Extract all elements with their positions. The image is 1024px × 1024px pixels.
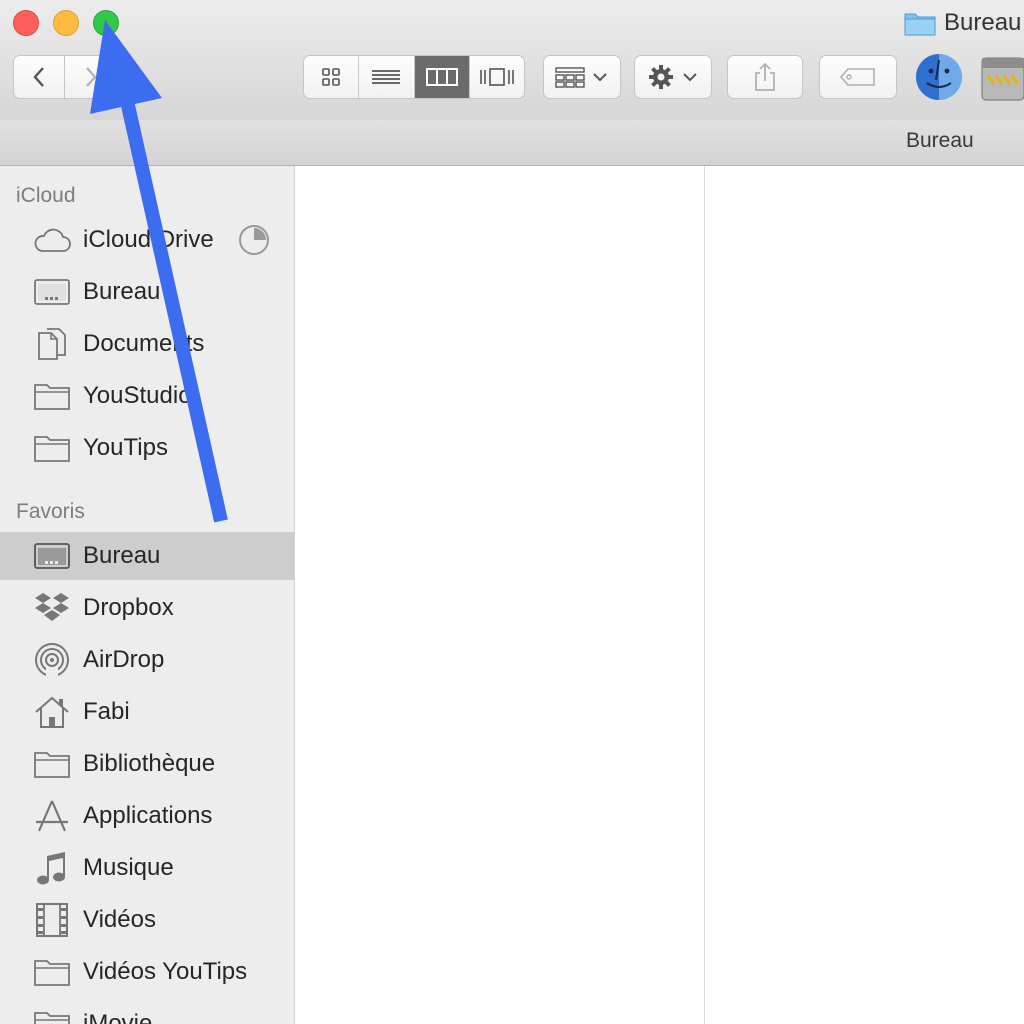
sidebar-item-label: Vidéos xyxy=(83,906,156,933)
home-icon xyxy=(35,696,69,728)
action-button[interactable] xyxy=(634,55,712,99)
folder-icon xyxy=(34,1012,70,1024)
folder-icon xyxy=(34,752,70,778)
folder-icon xyxy=(34,384,70,410)
path-label: Bureau xyxy=(906,129,974,152)
toolbar: Bureau xyxy=(0,0,1024,121)
sidebar-header-icloud: iCloud xyxy=(16,184,76,207)
folder-icon xyxy=(34,436,70,462)
sidebar-item-fabi[interactable]: Fabi xyxy=(0,688,294,736)
cover-flow-icon xyxy=(480,68,514,86)
column-view-button[interactable] xyxy=(414,56,470,98)
column-view-icon xyxy=(425,68,458,86)
path-bar: Bureau xyxy=(0,120,1024,166)
sidebar-item-imovie[interactable]: iMovie xyxy=(0,1000,294,1024)
share-icon xyxy=(755,62,775,91)
desktop-icon xyxy=(34,279,70,305)
sidebar-item-icloud-drive[interactable]: iCloud Drive xyxy=(0,216,294,264)
applications-icon xyxy=(36,800,68,832)
sidebar-item-videos[interactable]: Vidéos xyxy=(0,896,294,944)
chevron-down-icon xyxy=(683,73,697,82)
chevron-right-icon xyxy=(85,67,97,87)
cloud-icon xyxy=(34,228,71,252)
sidebar-item-bureau[interactable]: Bureau xyxy=(0,532,294,580)
desktop-icon xyxy=(34,543,70,569)
chevron-down-icon xyxy=(593,73,607,82)
icon-view-icon xyxy=(322,68,340,86)
view-mode-control xyxy=(303,55,525,99)
sidebar-item-airdrop[interactable]: AirDrop xyxy=(0,636,294,684)
music-icon xyxy=(37,852,65,885)
cover-flow-view-button[interactable] xyxy=(470,56,524,98)
documents-icon xyxy=(38,328,66,360)
close-button[interactable] xyxy=(13,10,39,36)
folder-icon xyxy=(34,960,70,986)
airdrop-icon xyxy=(35,643,69,678)
chevron-left-icon xyxy=(33,67,44,87)
sidebar-item-videos-youtips[interactable]: Vidéos YouTips xyxy=(0,948,294,996)
sidebar-item-label: YouTips xyxy=(83,434,168,461)
sidebar-item-label: Bibliothèque xyxy=(83,750,216,777)
sidebar-item-label: Vidéos YouTips xyxy=(83,958,248,985)
sidebar-item-label: iMovie xyxy=(83,1010,153,1024)
forward-button[interactable] xyxy=(65,55,117,99)
gear-icon xyxy=(649,65,673,89)
tag-button[interactable] xyxy=(819,55,897,99)
sidebar-item-label: Musique xyxy=(83,854,174,881)
sidebar-item-bureau-icloud[interactable]: Bureau xyxy=(0,268,294,316)
minimize-button[interactable] xyxy=(53,10,79,36)
zoom-button[interactable] xyxy=(93,10,119,36)
finder-icon[interactable] xyxy=(914,52,964,102)
sidebar-item-label: Bureau xyxy=(83,542,161,569)
sidebar-item-youtips[interactable]: YouTips xyxy=(0,424,294,472)
window-title-text: Bureau xyxy=(944,9,1022,36)
sidebar-item-bibliotheque[interactable]: Bibliothèque xyxy=(0,740,294,788)
storage-pie-icon xyxy=(239,225,269,255)
grid-arrange-icon xyxy=(555,67,585,88)
browser-column-1[interactable] xyxy=(295,166,705,1024)
trash-icon[interactable] xyxy=(980,52,1024,102)
sidebar-item-musique[interactable]: Musique xyxy=(0,844,294,892)
list-view-button[interactable] xyxy=(359,56,415,98)
sidebar-item-applications[interactable]: Applications xyxy=(0,792,294,840)
sidebar: iCloud iCloud Drive Bureau Documents You… xyxy=(0,166,295,1024)
dropbox-icon xyxy=(35,593,69,621)
sidebar-item-label: Dropbox xyxy=(83,594,174,621)
tag-icon xyxy=(839,68,875,86)
sidebar-item-label: YouStudio xyxy=(83,382,192,409)
sidebar-item-label: Bureau xyxy=(83,278,161,305)
list-view-icon xyxy=(372,70,401,84)
film-icon xyxy=(36,903,68,937)
sidebar-item-youstudio[interactable]: YouStudio xyxy=(0,372,294,420)
sidebar-item-label: Documents xyxy=(83,330,205,357)
sidebar-item-label: Fabi xyxy=(83,698,130,725)
sidebar-item-dropbox[interactable]: Dropbox xyxy=(0,584,294,632)
sidebar-item-label: Applications xyxy=(83,802,213,829)
window-title: Bureau xyxy=(904,8,1021,38)
icon-view-button[interactable] xyxy=(304,56,360,98)
sidebar-item-label: AirDrop xyxy=(83,646,165,673)
share-button[interactable] xyxy=(727,55,803,99)
browser-column-2[interactable] xyxy=(706,166,1024,1024)
folder-icon xyxy=(904,13,936,36)
sidebar-header-favoris: Favoris xyxy=(16,500,85,523)
arrange-button[interactable] xyxy=(543,55,621,99)
back-button[interactable] xyxy=(13,55,65,99)
sidebar-item-label: iCloud Drive xyxy=(83,226,214,253)
sidebar-item-documents[interactable]: Documents xyxy=(0,320,294,368)
